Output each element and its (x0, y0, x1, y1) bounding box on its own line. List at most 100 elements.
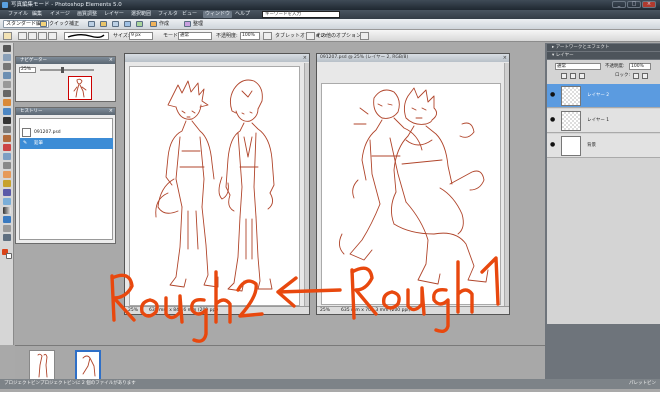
minimize-button[interactable]: _ (612, 1, 626, 8)
pencil-tool-icon[interactable] (3, 180, 11, 187)
auto-erase-icon[interactable] (263, 32, 272, 40)
history-title: ヒストリー (20, 109, 43, 114)
print-icon[interactable] (124, 21, 131, 27)
new-file-icon[interactable] (88, 21, 95, 27)
menu-window[interactable]: ウィンドウ (203, 11, 233, 18)
close-icon[interactable]: × (303, 54, 307, 62)
eye-icon[interactable]: ● (550, 92, 556, 98)
eraser-mode-icon[interactable] (38, 32, 47, 40)
mode-select[interactable]: 通常 (178, 32, 212, 40)
new-selection-icon[interactable] (18, 32, 27, 40)
history-item[interactable]: ✎ 鉛筆 (20, 138, 113, 149)
create-button[interactable]: 作成 (157, 20, 171, 28)
eyedropper-tool-icon[interactable] (3, 72, 11, 79)
menu-edit[interactable]: 編集 (32, 11, 42, 18)
vertical-scrollbar[interactable] (304, 63, 309, 307)
healing-brush-tool-icon[interactable] (3, 153, 11, 160)
title-bar: 写真編集モード - Photoshop Elements 5.0 _ □ × (0, 0, 660, 10)
blend-mode-select[interactable]: 通常 (555, 63, 601, 70)
document-zoom[interactable]: 25% (128, 307, 138, 314)
close-button[interactable]: × (642, 1, 656, 8)
close-icon[interactable]: × (109, 108, 113, 115)
save-icon[interactable] (112, 21, 119, 27)
opacity-field[interactable]: 100% (240, 32, 260, 40)
magic-wand-tool-icon[interactable] (3, 99, 11, 106)
background-color-swatch[interactable] (6, 253, 12, 259)
layers-header[interactable]: ▾ レイヤー (547, 52, 660, 59)
eraser-tool-icon[interactable] (3, 171, 11, 178)
project-thumbnail-selected[interactable] (75, 350, 101, 381)
gradient-tool-icon[interactable] (3, 207, 11, 214)
sponge-tool-icon[interactable] (3, 234, 11, 241)
red-eye-tool-icon[interactable] (3, 144, 11, 151)
adjustment-layer-icon[interactable] (570, 73, 576, 79)
history-item[interactable]: 091207.psd (20, 127, 113, 138)
palette-bin-toggle[interactable]: パレットビン (629, 379, 656, 389)
type-tool-icon[interactable] (3, 117, 11, 124)
document-window-rough1[interactable]: 091207.psd @ 25% (レイヤー 2, RGB/8) × 25% 6… (316, 53, 510, 315)
pencil-icon: ✎ (23, 140, 28, 146)
new-layer-icon[interactable] (561, 73, 567, 79)
menu-layer[interactable]: レイヤー (104, 11, 124, 18)
eye-icon[interactable]: ● (550, 117, 556, 123)
move-tool-icon[interactable] (3, 45, 11, 52)
other-options-button[interactable] (360, 32, 369, 40)
menu-enhance[interactable]: 画質調整 (77, 11, 97, 18)
open-folder-icon[interactable] (100, 21, 107, 27)
eye-icon[interactable]: ● (550, 142, 556, 148)
tablet-options-button[interactable] (306, 32, 315, 40)
project-bin-toggle[interactable]: プロジェクトビン (4, 380, 40, 388)
close-icon[interactable]: × (503, 54, 507, 62)
lasso-tool-icon[interactable] (3, 90, 11, 97)
maximize-button[interactable]: □ (627, 1, 641, 8)
artwork-effects-header[interactable]: ▸ アートワークとエフェクト (547, 44, 660, 51)
menu-image[interactable]: イメージ (50, 11, 70, 18)
blur-tool-icon[interactable] (3, 225, 11, 232)
document-zoom[interactable]: 25% (320, 307, 330, 314)
search-input[interactable]: キーワードを入力 (262, 11, 340, 18)
navigator-zoom-field[interactable]: 25% (19, 67, 36, 73)
clone-stamp-tool-icon[interactable] (3, 162, 11, 169)
brush-preset-icon[interactable] (28, 32, 37, 40)
brush-icon[interactable] (48, 32, 57, 40)
crop-tool-icon[interactable] (3, 126, 11, 133)
project-thumbnail[interactable] (29, 350, 55, 381)
menu-select[interactable]: 選択範囲 (131, 11, 151, 18)
shape-tool-icon[interactable] (3, 216, 11, 223)
cookie-cutter-tool-icon[interactable] (3, 135, 11, 142)
menu-filter[interactable]: フィルタ (158, 11, 178, 18)
document-window-rough2[interactable]: × 25% 635 mm x 846.6 mm (200 ppi) (124, 53, 310, 315)
document-canvas[interactable] (129, 66, 300, 306)
layer-row[interactable]: ● 背景 (547, 134, 660, 158)
vertical-scrollbar[interactable] (504, 63, 509, 307)
tab-quick-fix[interactable]: クイック補正 (47, 20, 81, 28)
selection-brush-tool-icon[interactable] (3, 108, 11, 115)
organize-button[interactable]: 整理 (191, 20, 205, 28)
layer-opacity-field[interactable]: 100% (629, 63, 651, 70)
pencil-tool-icon[interactable] (3, 32, 12, 40)
menu-view[interactable]: ビュー (182, 11, 197, 18)
size-field[interactable]: 9 px (129, 32, 153, 40)
layers-title: レイヤー (555, 53, 574, 58)
window-title: 写真編集モード - Photoshop Elements 5.0 (11, 2, 122, 8)
zoom-tool-icon[interactable] (3, 54, 11, 61)
brush-preview[interactable] (64, 32, 109, 40)
navigator-zoom-slider[interactable] (40, 69, 94, 71)
layer-thumbnail (561, 136, 581, 156)
layer-row[interactable]: ● レイヤー 2 (547, 84, 660, 108)
hand-tool-icon[interactable] (3, 63, 11, 70)
navigator-preview[interactable] (68, 76, 92, 100)
lock-all-icon[interactable] (642, 73, 648, 79)
close-icon[interactable]: × (109, 57, 113, 64)
menu-file[interactable]: ファイル (8, 11, 28, 18)
marquee-tool-icon[interactable] (3, 81, 11, 88)
lock-transparency-icon[interactable] (633, 73, 639, 79)
share-icon[interactable] (136, 21, 143, 27)
brush-tool-icon[interactable] (3, 189, 11, 196)
slider-knob[interactable] (61, 67, 64, 73)
paint-bucket-tool-icon[interactable] (3, 198, 11, 205)
delete-layer-icon[interactable] (579, 73, 585, 79)
menu-help[interactable]: ヘルプ (235, 11, 250, 18)
layer-row[interactable]: ● レイヤー 1 (547, 109, 660, 133)
document-canvas[interactable] (321, 83, 501, 305)
